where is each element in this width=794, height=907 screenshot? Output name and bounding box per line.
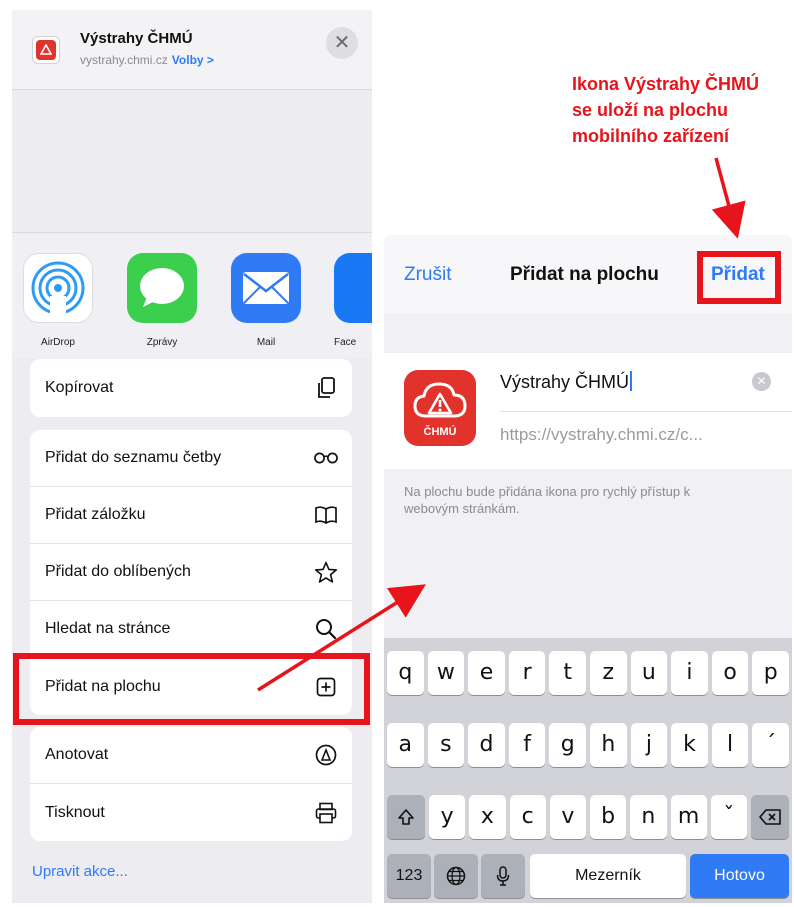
- arrow-to-panel: [257, 584, 426, 692]
- arrow-to-add-button: [711, 157, 746, 239]
- annotation-arrows: [257, 157, 746, 692]
